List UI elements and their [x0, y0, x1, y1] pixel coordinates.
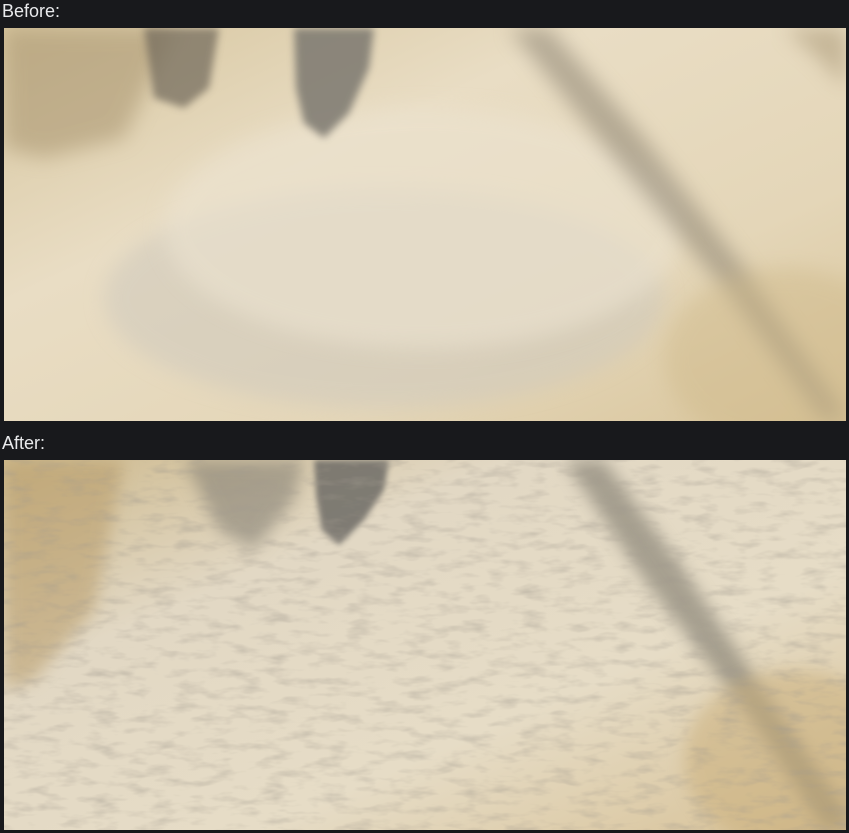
- before-image: [4, 28, 846, 421]
- comparison-page: Before: After:: [0, 0, 849, 833]
- after-label: After:: [2, 433, 46, 453]
- before-label: Before:: [2, 1, 61, 21]
- after-image: [4, 460, 846, 830]
